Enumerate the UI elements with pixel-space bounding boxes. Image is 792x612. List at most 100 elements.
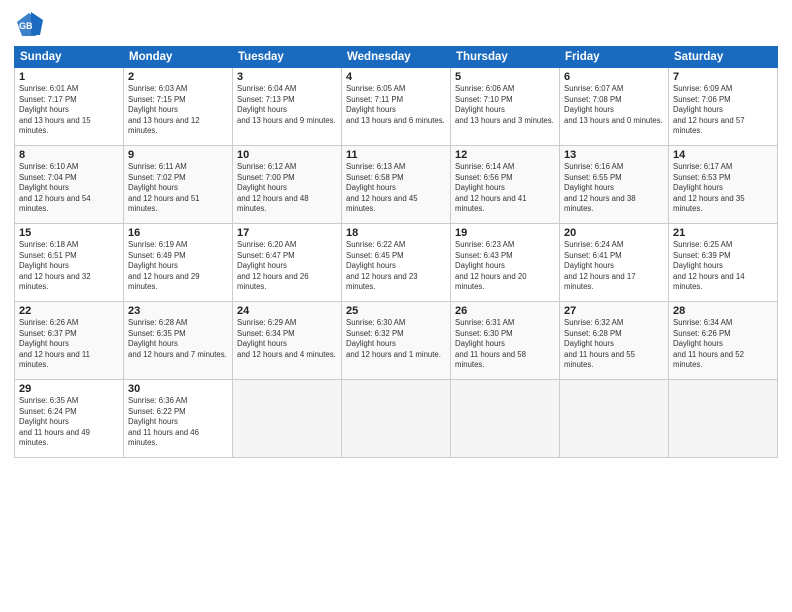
week-row-3: 15 Sunrise: 6:18 AM Sunset: 6:51 PM Dayl… <box>15 224 778 302</box>
day-number: 15 <box>19 227 119 239</box>
day-number: 23 <box>128 305 228 317</box>
day-info: Sunrise: 6:20 AM Sunset: 6:47 PM Dayligh… <box>237 240 337 293</box>
calendar-cell <box>560 380 669 458</box>
calendar-cell: 26 Sunrise: 6:31 AM Sunset: 6:30 PM Dayl… <box>451 302 560 380</box>
day-number: 5 <box>455 71 555 83</box>
day-info: Sunrise: 6:06 AM Sunset: 7:10 PM Dayligh… <box>455 84 555 126</box>
calendar-cell: 29 Sunrise: 6:35 AM Sunset: 6:24 PM Dayl… <box>15 380 124 458</box>
day-info: Sunrise: 6:30 AM Sunset: 6:32 PM Dayligh… <box>346 318 446 360</box>
calendar-cell: 16 Sunrise: 6:19 AM Sunset: 6:49 PM Dayl… <box>124 224 233 302</box>
header-friday: Friday <box>560 47 669 68</box>
calendar-cell: 9 Sunrise: 6:11 AM Sunset: 7:02 PM Dayli… <box>124 146 233 224</box>
day-info: Sunrise: 6:28 AM Sunset: 6:35 PM Dayligh… <box>128 318 228 360</box>
header-thursday: Thursday <box>451 47 560 68</box>
day-number: 7 <box>673 71 773 83</box>
day-number: 1 <box>19 71 119 83</box>
calendar-cell: 10 Sunrise: 6:12 AM Sunset: 7:00 PM Dayl… <box>233 146 342 224</box>
day-number: 10 <box>237 149 337 161</box>
calendar-cell: 25 Sunrise: 6:30 AM Sunset: 6:32 PM Dayl… <box>342 302 451 380</box>
day-info: Sunrise: 6:17 AM Sunset: 6:53 PM Dayligh… <box>673 162 773 215</box>
day-info: Sunrise: 6:05 AM Sunset: 7:11 PM Dayligh… <box>346 84 446 126</box>
calendar-cell: 6 Sunrise: 6:07 AM Sunset: 7:08 PM Dayli… <box>560 68 669 146</box>
week-row-5: 29 Sunrise: 6:35 AM Sunset: 6:24 PM Dayl… <box>15 380 778 458</box>
day-number: 8 <box>19 149 119 161</box>
calendar-cell: 30 Sunrise: 6:36 AM Sunset: 6:22 PM Dayl… <box>124 380 233 458</box>
day-info: Sunrise: 6:34 AM Sunset: 6:26 PM Dayligh… <box>673 318 773 371</box>
day-number: 2 <box>128 71 228 83</box>
calendar-cell: 2 Sunrise: 6:03 AM Sunset: 7:15 PM Dayli… <box>124 68 233 146</box>
day-info: Sunrise: 6:29 AM Sunset: 6:34 PM Dayligh… <box>237 318 337 360</box>
calendar-cell: 22 Sunrise: 6:26 AM Sunset: 6:37 PM Dayl… <box>15 302 124 380</box>
day-number: 22 <box>19 305 119 317</box>
day-number: 4 <box>346 71 446 83</box>
day-info: Sunrise: 6:01 AM Sunset: 7:17 PM Dayligh… <box>19 84 119 137</box>
calendar-cell: 24 Sunrise: 6:29 AM Sunset: 6:34 PM Dayl… <box>233 302 342 380</box>
day-info: Sunrise: 6:35 AM Sunset: 6:24 PM Dayligh… <box>19 396 119 449</box>
calendar-cell <box>233 380 342 458</box>
calendar-cell: 27 Sunrise: 6:32 AM Sunset: 6:28 PM Dayl… <box>560 302 669 380</box>
day-number: 29 <box>19 383 119 395</box>
day-info: Sunrise: 6:11 AM Sunset: 7:02 PM Dayligh… <box>128 162 228 215</box>
svg-text:GB: GB <box>19 21 33 31</box>
calendar-cell: 11 Sunrise: 6:13 AM Sunset: 6:58 PM Dayl… <box>342 146 451 224</box>
calendar-cell <box>669 380 778 458</box>
day-info: Sunrise: 6:14 AM Sunset: 6:56 PM Dayligh… <box>455 162 555 215</box>
calendar-cell <box>451 380 560 458</box>
header-saturday: Saturday <box>669 47 778 68</box>
day-number: 14 <box>673 149 773 161</box>
calendar-cell: 4 Sunrise: 6:05 AM Sunset: 7:11 PM Dayli… <box>342 68 451 146</box>
day-info: Sunrise: 6:31 AM Sunset: 6:30 PM Dayligh… <box>455 318 555 371</box>
day-info: Sunrise: 6:04 AM Sunset: 7:13 PM Dayligh… <box>237 84 337 126</box>
calendar-cell: 15 Sunrise: 6:18 AM Sunset: 6:51 PM Dayl… <box>15 224 124 302</box>
day-info: Sunrise: 6:22 AM Sunset: 6:45 PM Dayligh… <box>346 240 446 293</box>
header-monday: Monday <box>124 47 233 68</box>
day-number: 11 <box>346 149 446 161</box>
header-sunday: Sunday <box>15 47 124 68</box>
day-number: 12 <box>455 149 555 161</box>
day-info: Sunrise: 6:10 AM Sunset: 7:04 PM Dayligh… <box>19 162 119 215</box>
calendar-cell: 17 Sunrise: 6:20 AM Sunset: 6:47 PM Dayl… <box>233 224 342 302</box>
day-number: 21 <box>673 227 773 239</box>
day-info: Sunrise: 6:19 AM Sunset: 6:49 PM Dayligh… <box>128 240 228 293</box>
day-number: 13 <box>564 149 664 161</box>
day-info: Sunrise: 6:23 AM Sunset: 6:43 PM Dayligh… <box>455 240 555 293</box>
calendar-cell: 8 Sunrise: 6:10 AM Sunset: 7:04 PM Dayli… <box>15 146 124 224</box>
day-number: 26 <box>455 305 555 317</box>
week-row-4: 22 Sunrise: 6:26 AM Sunset: 6:37 PM Dayl… <box>15 302 778 380</box>
calendar-cell: 13 Sunrise: 6:16 AM Sunset: 6:55 PM Dayl… <box>560 146 669 224</box>
day-number: 18 <box>346 227 446 239</box>
week-row-1: 1 Sunrise: 6:01 AM Sunset: 7:17 PM Dayli… <box>15 68 778 146</box>
day-number: 28 <box>673 305 773 317</box>
header-wednesday: Wednesday <box>342 47 451 68</box>
day-info: Sunrise: 6:13 AM Sunset: 6:58 PM Dayligh… <box>346 162 446 215</box>
header-tuesday: Tuesday <box>233 47 342 68</box>
day-number: 25 <box>346 305 446 317</box>
calendar-cell: 23 Sunrise: 6:28 AM Sunset: 6:35 PM Dayl… <box>124 302 233 380</box>
day-number: 27 <box>564 305 664 317</box>
day-number: 3 <box>237 71 337 83</box>
week-row-2: 8 Sunrise: 6:10 AM Sunset: 7:04 PM Dayli… <box>15 146 778 224</box>
day-number: 20 <box>564 227 664 239</box>
calendar-cell: 14 Sunrise: 6:17 AM Sunset: 6:53 PM Dayl… <box>669 146 778 224</box>
day-number: 16 <box>128 227 228 239</box>
calendar-cell: 19 Sunrise: 6:23 AM Sunset: 6:43 PM Dayl… <box>451 224 560 302</box>
calendar-table: Sunday Monday Tuesday Wednesday Thursday… <box>14 46 778 458</box>
day-info: Sunrise: 6:26 AM Sunset: 6:37 PM Dayligh… <box>19 318 119 371</box>
day-info: Sunrise: 6:32 AM Sunset: 6:28 PM Dayligh… <box>564 318 664 371</box>
calendar-cell: 12 Sunrise: 6:14 AM Sunset: 6:56 PM Dayl… <box>451 146 560 224</box>
day-info: Sunrise: 6:09 AM Sunset: 7:06 PM Dayligh… <box>673 84 773 137</box>
day-number: 6 <box>564 71 664 83</box>
day-info: Sunrise: 6:07 AM Sunset: 7:08 PM Dayligh… <box>564 84 664 126</box>
calendar-cell: 28 Sunrise: 6:34 AM Sunset: 6:26 PM Dayl… <box>669 302 778 380</box>
calendar-cell: 20 Sunrise: 6:24 AM Sunset: 6:41 PM Dayl… <box>560 224 669 302</box>
day-info: Sunrise: 6:36 AM Sunset: 6:22 PM Dayligh… <box>128 396 228 449</box>
logo: GB <box>14 10 48 40</box>
day-info: Sunrise: 6:25 AM Sunset: 6:39 PM Dayligh… <box>673 240 773 293</box>
day-number: 9 <box>128 149 228 161</box>
calendar-cell: 7 Sunrise: 6:09 AM Sunset: 7:06 PM Dayli… <box>669 68 778 146</box>
logo-icon: GB <box>14 10 44 40</box>
day-info: Sunrise: 6:12 AM Sunset: 7:00 PM Dayligh… <box>237 162 337 215</box>
day-number: 30 <box>128 383 228 395</box>
calendar-cell: 5 Sunrise: 6:06 AM Sunset: 7:10 PM Dayli… <box>451 68 560 146</box>
day-header-row: Sunday Monday Tuesday Wednesday Thursday… <box>15 47 778 68</box>
